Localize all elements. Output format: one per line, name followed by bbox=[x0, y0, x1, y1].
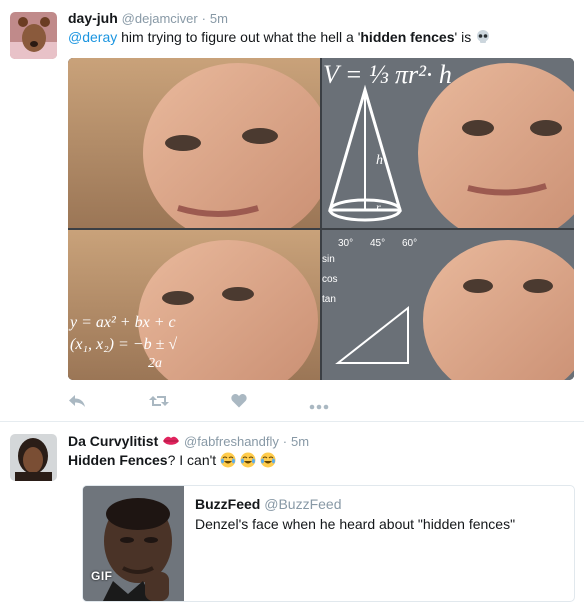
media-angle-30: 30° bbox=[338, 238, 354, 249]
joy-emoji-icon bbox=[260, 452, 276, 468]
more-icon[interactable] bbox=[309, 397, 329, 415]
separator: · bbox=[282, 434, 288, 449]
like-icon[interactable] bbox=[231, 393, 247, 413]
avatar[interactable] bbox=[10, 434, 57, 481]
text-segment: him trying to figure out what the hell a… bbox=[117, 29, 361, 45]
avatar[interactable] bbox=[10, 12, 57, 59]
hashtag-text: hidden fences bbox=[360, 29, 455, 45]
tweet[interactable]: day-juh @dejamciver · 5m @deray him tryi… bbox=[0, 0, 584, 422]
quoted-username[interactable]: @BuzzFeed bbox=[264, 496, 341, 512]
quoted-tweet-card[interactable]: GIF BuzzFeed @BuzzFeed Denzel's face whe… bbox=[82, 485, 575, 602]
media-formula-denominator: 2a bbox=[148, 356, 162, 371]
media-angle-60: 60° bbox=[402, 238, 418, 249]
media-cone-r: r bbox=[376, 200, 381, 214]
separator: · bbox=[201, 11, 206, 26]
quoted-display-name[interactable]: BuzzFeed bbox=[195, 496, 260, 512]
media-formula-quadratic: y = ax² + bx + c bbox=[70, 314, 176, 331]
media-trig-sin: sin bbox=[322, 254, 335, 265]
quoted-media-thumbnail[interactable]: GIF bbox=[83, 486, 184, 601]
timestamp[interactable]: 5m bbox=[291, 434, 309, 449]
timestamp[interactable]: 5m bbox=[210, 11, 228, 26]
display-name[interactable]: day-juh bbox=[68, 10, 118, 26]
tweet-actions bbox=[68, 393, 329, 410]
display-name[interactable]: Da Curvylitist bbox=[68, 433, 158, 449]
tweet-text: @deray him trying to figure out what the… bbox=[68, 28, 491, 47]
media-formula-roots: (x₁, x₂) = −b ± √ bbox=[70, 336, 178, 353]
mention-link[interactable]: @deray bbox=[68, 29, 117, 45]
tweet-text: Hidden Fences? I can't bbox=[68, 451, 276, 470]
reply-icon[interactable] bbox=[68, 393, 86, 414]
text-bold: Hidden Fences bbox=[68, 452, 168, 468]
media-formula-volume: V = ⅓ πr²· h bbox=[323, 60, 452, 89]
retweet-icon[interactable] bbox=[149, 393, 169, 414]
gif-badge: GIF bbox=[91, 569, 113, 583]
text-segment: ? I can't bbox=[167, 452, 217, 468]
lips-emoji-icon bbox=[162, 433, 184, 449]
tweet-header: Da Curvylitist @fabfreshandfly · 5m bbox=[68, 432, 309, 451]
text-segment: ' is bbox=[454, 29, 472, 45]
media-cone-h: h bbox=[376, 153, 383, 168]
username[interactable]: @fabfreshandfly bbox=[184, 434, 279, 449]
quoted-tweet-header: BuzzFeed @BuzzFeed bbox=[195, 496, 341, 512]
skull-emoji-icon bbox=[475, 29, 491, 45]
tweet-media-image[interactable]: V = ⅓ πr²· h h r y = ax² + bx + c (x₁, x… bbox=[68, 58, 574, 380]
joy-emoji-icon bbox=[240, 452, 260, 468]
tweet-header: day-juh @dejamciver · 5m bbox=[68, 9, 228, 28]
media-trig-cos: cos bbox=[322, 274, 338, 285]
joy-emoji-icon bbox=[220, 452, 240, 468]
quoted-tweet-text: Denzel's face when he heard about "hidde… bbox=[195, 516, 516, 532]
username[interactable]: @dejamciver bbox=[122, 11, 198, 26]
media-angle-45: 45° bbox=[370, 238, 386, 249]
media-trig-tan: tan bbox=[322, 294, 336, 305]
